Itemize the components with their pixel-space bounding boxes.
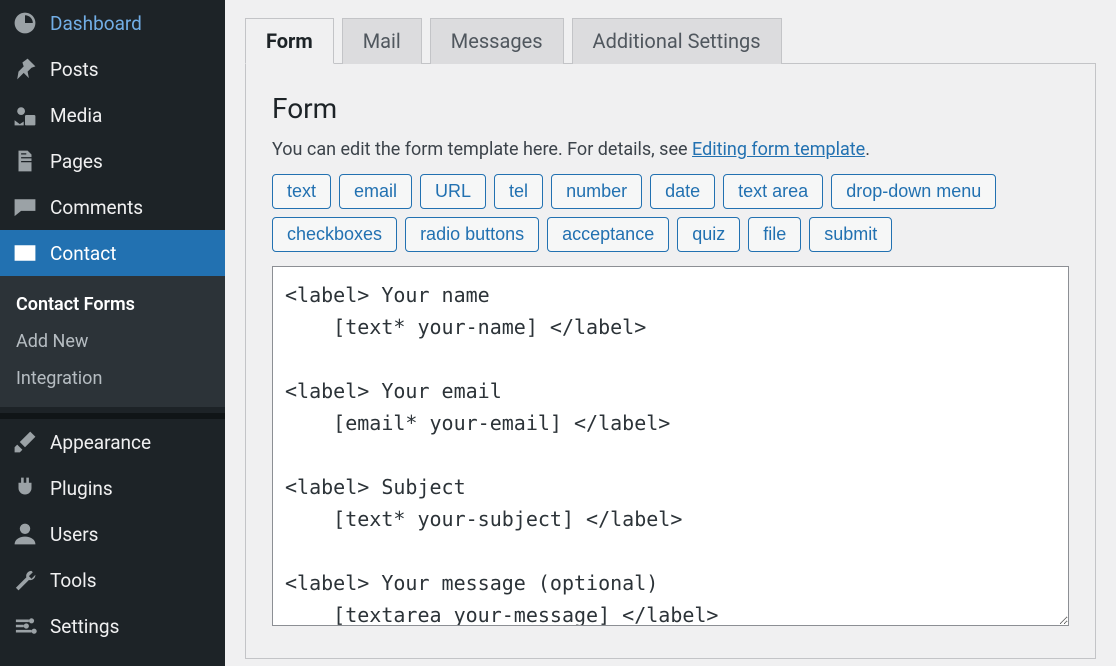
form-template-textarea[interactable] (272, 266, 1069, 626)
tag-button-textarea[interactable]: text area (723, 174, 823, 209)
tag-button-radio[interactable]: radio buttons (405, 217, 539, 252)
sidebar-item-label: Contact (50, 242, 116, 265)
form-panel: Form You can edit the form template here… (245, 63, 1096, 659)
media-icon (12, 102, 38, 128)
intro-link[interactable]: Editing form template (692, 139, 865, 160)
tag-button-date[interactable]: date (650, 174, 715, 209)
sidebar-item-comments[interactable]: Comments (0, 184, 225, 230)
tab-bar: Form Mail Messages Additional Settings (245, 18, 1096, 64)
intro-text-prefix: You can edit the form template here. For… (272, 139, 692, 160)
tab-mail[interactable]: Mail (342, 18, 422, 64)
sidebar-item-label: Media (50, 104, 102, 127)
sidebar-item-posts[interactable]: Posts (0, 46, 225, 92)
comments-icon (12, 194, 38, 220)
tab-form[interactable]: Form (245, 18, 334, 64)
sidebar-item-label: Comments (50, 196, 143, 219)
sidebar-subitem-contact-forms[interactable]: Contact Forms (0, 286, 225, 323)
tab-messages[interactable]: Messages (430, 18, 564, 64)
tag-button-quiz[interactable]: quiz (677, 217, 740, 252)
sidebar-item-label: Users (50, 523, 98, 546)
tag-button-dropdown[interactable]: drop-down menu (831, 174, 996, 209)
tag-button-url[interactable]: URL (420, 174, 486, 209)
brush-icon (12, 429, 38, 455)
pages-icon (12, 148, 38, 174)
main-content: Form Mail Messages Additional Settings F… (225, 0, 1116, 666)
pin-icon (12, 56, 38, 82)
sidebar-item-settings[interactable]: Settings (0, 603, 225, 649)
sidebar-item-label: Pages (50, 150, 103, 173)
sidebar-item-tools[interactable]: Tools (0, 557, 225, 603)
sidebar-item-users[interactable]: Users (0, 511, 225, 557)
tag-generator-row: text email URL tel number date text area… (272, 174, 1069, 252)
sidebar-submenu: Contact Forms Add New Integration (0, 276, 225, 407)
envelope-icon (12, 240, 38, 266)
wrench-icon (12, 567, 38, 593)
tag-button-text[interactable]: text (272, 174, 331, 209)
tag-button-acceptance[interactable]: acceptance (547, 217, 669, 252)
sidebar-item-label: Tools (50, 569, 97, 592)
sidebar-item-dashboard[interactable]: Dashboard (0, 0, 225, 46)
sidebar-item-label: Appearance (50, 431, 151, 454)
sidebar-item-appearance[interactable]: Appearance (0, 419, 225, 465)
sliders-icon (12, 613, 38, 639)
user-icon (12, 521, 38, 547)
tag-button-email[interactable]: email (339, 174, 412, 209)
sidebar-item-pages[interactable]: Pages (0, 138, 225, 184)
dashboard-icon (12, 10, 38, 36)
tag-button-number[interactable]: number (551, 174, 642, 209)
sidebar-item-plugins[interactable]: Plugins (0, 465, 225, 511)
tag-button-submit[interactable]: submit (809, 217, 892, 252)
plug-icon (12, 475, 38, 501)
sidebar-item-contact[interactable]: Contact (0, 230, 225, 276)
admin-sidebar: Dashboard Posts Media Pages Comments Con… (0, 0, 225, 666)
tag-button-checkboxes[interactable]: checkboxes (272, 217, 397, 252)
sidebar-subitem-add-new[interactable]: Add New (0, 323, 225, 360)
sidebar-item-label: Plugins (50, 477, 113, 500)
panel-heading: Form (272, 92, 1069, 125)
sidebar-item-media[interactable]: Media (0, 92, 225, 138)
panel-intro: You can edit the form template here. For… (272, 139, 1069, 160)
sidebar-item-label: Posts (50, 58, 99, 81)
tag-button-tel[interactable]: tel (494, 174, 543, 209)
sidebar-item-label: Dashboard (50, 12, 142, 35)
tag-button-file[interactable]: file (748, 217, 801, 252)
tab-additional-settings[interactable]: Additional Settings (572, 18, 782, 64)
intro-text-suffix: . (865, 139, 870, 160)
sidebar-item-label: Settings (50, 615, 119, 638)
sidebar-subitem-integration[interactable]: Integration (0, 360, 225, 397)
